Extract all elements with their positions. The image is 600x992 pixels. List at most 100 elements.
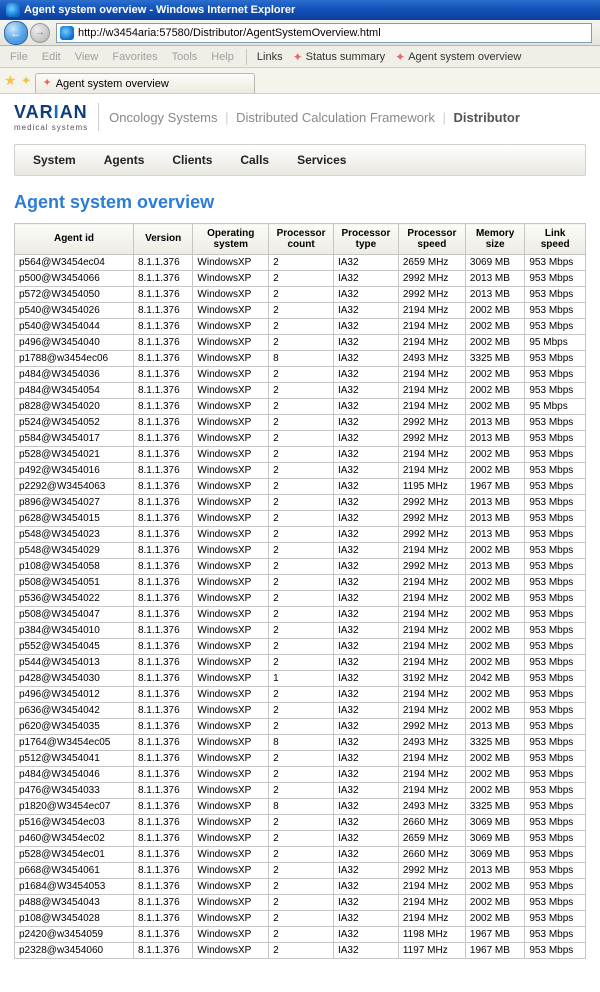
address-bar[interactable] [56, 23, 592, 43]
cell-ver: 8.1.1.376 [133, 479, 192, 495]
cell-pc: 2 [269, 623, 334, 639]
cell-id: p2328@w3454060 [15, 943, 134, 959]
cell-id: p636@W3454042 [15, 703, 134, 719]
quicklink-status-summary[interactable]: ✦ Status summary [289, 49, 390, 65]
cell-ver: 8.1.1.376 [133, 559, 192, 575]
th-version[interactable]: Version [133, 224, 192, 255]
th-proc-speed[interactable]: Processor speed [398, 224, 465, 255]
brand-separator [98, 103, 99, 131]
cell-pc: 2 [269, 687, 334, 703]
cell-pc: 2 [269, 719, 334, 735]
th-proc-count[interactable]: Processor count [269, 224, 334, 255]
cell-os: WindowsXP [193, 927, 269, 943]
breadcrumb-distributor[interactable]: Distributor [453, 110, 519, 125]
cell-ps: 2992 MHz [398, 527, 465, 543]
cell-id: p484@W3454046 [15, 767, 134, 783]
table-row: p496@W34540408.1.1.376WindowsXP2IA322194… [15, 335, 586, 351]
cell-pt: IA32 [333, 271, 398, 287]
cell-pt: IA32 [333, 847, 398, 863]
links-label[interactable]: Links [253, 49, 287, 65]
menu-help[interactable]: Help [205, 49, 240, 65]
cell-os: WindowsXP [193, 271, 269, 287]
cell-pt: IA32 [333, 431, 398, 447]
cell-mem: 1967 MB [465, 479, 524, 495]
menu-edit[interactable]: Edit [36, 49, 67, 65]
cell-ver: 8.1.1.376 [133, 383, 192, 399]
cell-ver: 8.1.1.376 [133, 431, 192, 447]
cell-ps: 2194 MHz [398, 575, 465, 591]
menu-file[interactable]: File [4, 49, 34, 65]
cell-mem: 2013 MB [465, 559, 524, 575]
th-proc-type[interactable]: Processor type [333, 224, 398, 255]
cell-mem: 2013 MB [465, 527, 524, 543]
cell-pt: IA32 [333, 703, 398, 719]
cell-ps: 2194 MHz [398, 751, 465, 767]
cell-pc: 8 [269, 799, 334, 815]
nav-agents[interactable]: Agents [90, 151, 159, 169]
cell-ls: 953 Mbps [525, 767, 586, 783]
cell-ver: 8.1.1.376 [133, 767, 192, 783]
quicklink-agent-overview[interactable]: ✦ Agent system overview [391, 49, 525, 65]
cell-ls: 953 Mbps [525, 351, 586, 367]
table-row: p1684@W34540538.1.1.376WindowsXP2IA32219… [15, 879, 586, 895]
th-link-speed[interactable]: Link speed [525, 224, 586, 255]
breadcrumb-dcf[interactable]: Distributed Calculation Framework [236, 110, 435, 125]
cell-pt: IA32 [333, 655, 398, 671]
ie-icon [6, 3, 20, 17]
cell-pc: 2 [269, 399, 334, 415]
cell-ps: 2194 MHz [398, 367, 465, 383]
cell-pc: 2 [269, 783, 334, 799]
cell-ls: 953 Mbps [525, 511, 586, 527]
page-favicon-icon [60, 26, 74, 40]
nav-system[interactable]: System [19, 151, 90, 169]
table-row: p896@W34540278.1.1.376WindowsXP2IA322992… [15, 495, 586, 511]
add-favorite-icon[interactable]: ✦ [21, 73, 32, 89]
table-row: p2328@w34540608.1.1.376WindowsXP2IA32119… [15, 943, 586, 959]
cell-mem: 3325 MB [465, 799, 524, 815]
breadcrumb-oncology[interactable]: Oncology Systems [109, 110, 217, 125]
cell-ls: 953 Mbps [525, 895, 586, 911]
nav-clients[interactable]: Clients [158, 151, 226, 169]
cell-ps: 2992 MHz [398, 287, 465, 303]
cell-mem: 2002 MB [465, 687, 524, 703]
th-agent-id[interactable]: Agent id [15, 224, 134, 255]
cell-pt: IA32 [333, 351, 398, 367]
logo-text: VARIAN [14, 102, 88, 123]
star-icon: ✦ [293, 51, 303, 63]
browser-tab[interactable]: ✦ Agent system overview [35, 73, 255, 93]
cell-pc: 2 [269, 879, 334, 895]
menubar-divider [246, 49, 247, 65]
cell-ver: 8.1.1.376 [133, 495, 192, 511]
cell-pc: 2 [269, 575, 334, 591]
cell-ver: 8.1.1.376 [133, 415, 192, 431]
cell-ver: 8.1.1.376 [133, 527, 192, 543]
cell-ls: 953 Mbps [525, 719, 586, 735]
nav-calls[interactable]: Calls [226, 151, 283, 169]
favorites-star-icon[interactable]: ★ [4, 72, 17, 89]
menu-tools[interactable]: Tools [166, 49, 204, 65]
cell-ps: 2992 MHz [398, 559, 465, 575]
cell-pt: IA32 [333, 575, 398, 591]
th-os[interactable]: Operating system [193, 224, 269, 255]
menu-view[interactable]: View [69, 49, 105, 65]
menu-favorites[interactable]: Favorites [106, 49, 163, 65]
cell-id: p508@W3454051 [15, 575, 134, 591]
nav-services[interactable]: Services [283, 151, 360, 169]
address-input[interactable] [78, 27, 588, 39]
cell-mem: 2002 MB [465, 399, 524, 415]
table-row: p524@W34540528.1.1.376WindowsXP2IA322992… [15, 415, 586, 431]
cell-mem: 2013 MB [465, 511, 524, 527]
cell-ps: 2194 MHz [398, 335, 465, 351]
cell-mem: 2002 MB [465, 767, 524, 783]
cell-id: p2292@W3454063 [15, 479, 134, 495]
back-button[interactable]: ← [4, 21, 28, 45]
cell-ls: 953 Mbps [525, 879, 586, 895]
cell-pc: 2 [269, 495, 334, 511]
th-memory[interactable]: Memory size [465, 224, 524, 255]
cell-os: WindowsXP [193, 543, 269, 559]
cell-ps: 2992 MHz [398, 863, 465, 879]
cell-ver: 8.1.1.376 [133, 463, 192, 479]
cell-pt: IA32 [333, 815, 398, 831]
cell-id: p564@W3454ec04 [15, 255, 134, 271]
forward-button[interactable]: → [30, 23, 50, 43]
